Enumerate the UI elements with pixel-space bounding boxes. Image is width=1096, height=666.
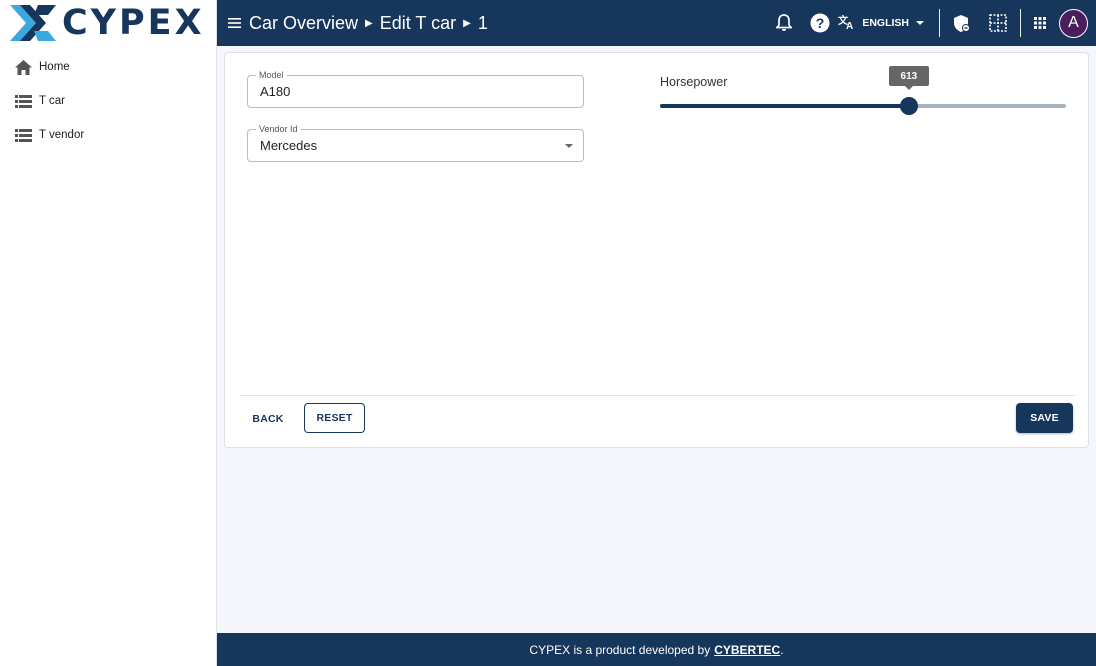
footer-link-cybertec[interactable]: CYBERTEC [714, 643, 780, 657]
sidebar-nav: Home T car T vendor [0, 50, 216, 152]
divider [1020, 9, 1021, 37]
back-button[interactable]: BACK [240, 404, 296, 434]
sidebar: CYPEX Home T car T vendor [0, 0, 217, 666]
chevron-down-icon [565, 144, 573, 148]
breadcrumb-item-car-overview[interactable]: Car Overview [249, 13, 358, 34]
main-content: Model A180 Vendor Id Mercedes Horsepower… [217, 46, 1096, 633]
bell-icon[interactable] [766, 0, 802, 46]
sidebar-item-home[interactable]: Home [0, 50, 216, 84]
svg-text:A: A [846, 21, 853, 30]
home-icon [14, 58, 32, 76]
reset-button[interactable]: RESET [304, 403, 365, 433]
grid-edit-icon[interactable] [980, 0, 1016, 46]
breadcrumb-item-id: 1 [477, 12, 488, 33]
vendor-label: Vendor Id [256, 124, 301, 134]
shield-icon[interactable] [944, 0, 980, 46]
sidebar-item-label: T vendor [39, 129, 85, 141]
divider [240, 395, 1075, 396]
logo-text: CYPEX [62, 2, 205, 43]
list-icon [14, 92, 32, 110]
translate-icon: 文A [838, 14, 856, 33]
sidebar-item-t-car[interactable]: T car [0, 84, 216, 118]
sidebar-item-t-vendor[interactable]: T vendor [0, 118, 216, 152]
model-input[interactable]: A180 [260, 84, 290, 99]
apps-icon[interactable] [1025, 0, 1055, 46]
avatar[interactable]: A [1059, 8, 1088, 38]
top-bar: Car Overview ▶ Edit T car ▶ 1 ? 文A ENGLI… [217, 0, 1096, 46]
breadcrumb-item-edit-t-car[interactable]: Edit T car [380, 13, 456, 34]
slider-thumb[interactable] [899, 97, 918, 115]
language-selector[interactable]: 文A ENGLISH [838, 14, 925, 33]
language-label: ENGLISH [862, 17, 909, 29]
vendor-select[interactable]: Vendor Id Mercedes [247, 124, 584, 162]
chevron-right-icon: ▶ [463, 17, 471, 29]
vendor-value: Mercedes [260, 138, 318, 153]
save-button[interactable]: SAVE [1016, 403, 1073, 433]
chevron-down-icon [915, 17, 925, 29]
svg-text:?: ? [816, 15, 825, 31]
footer: CYPEX is a product developed by CYBERTEC… [217, 633, 1096, 666]
horsepower-label: Horsepower [660, 75, 728, 89]
model-label: Model [256, 70, 287, 80]
divider [939, 9, 940, 37]
slider-value-tooltip: 613 [888, 66, 929, 90]
footer-text: CYPEX is a product developed by [529, 642, 711, 657]
help-icon[interactable]: ? [802, 0, 838, 46]
slider-fill [660, 104, 909, 108]
horsepower-slider[interactable]: 613 [660, 66, 1066, 115]
footer-suffix: . [780, 642, 784, 657]
top-bar-actions: ? 文A ENGLISH A [766, 0, 1096, 46]
sidebar-item-label: Home [39, 61, 70, 73]
breadcrumb: Car Overview ▶ Edit T car ▶ 1 [249, 13, 488, 34]
list-icon [14, 126, 32, 144]
cypex-logo-icon [10, 5, 56, 41]
edit-form-card: Model A180 Vendor Id Mercedes Horsepower… [224, 52, 1089, 448]
menu-icon[interactable] [219, 0, 249, 46]
model-field[interactable]: Model A180 [247, 70, 584, 108]
sidebar-item-label: T car [39, 95, 65, 107]
logo[interactable]: CYPEX [0, 0, 216, 46]
chevron-right-icon: ▶ [365, 17, 373, 29]
